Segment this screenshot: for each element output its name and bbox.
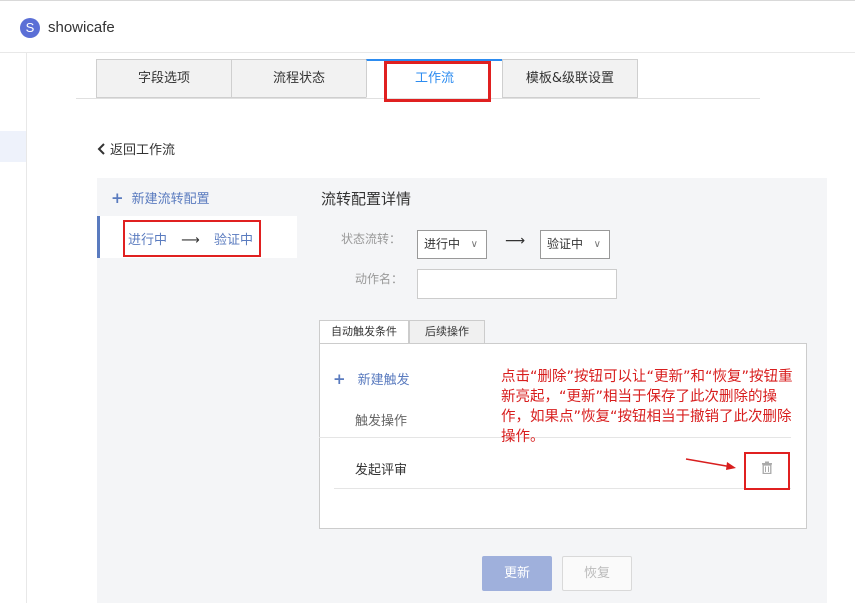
annotation-text: 点击“删除”按钮可以让“更新”和“恢复”按钮重新亮起，“更新”相当于保存了此次删… — [501, 369, 793, 445]
chevron-down-icon: ∨ — [470, 239, 478, 250]
new-config-button[interactable]: + 新建流转配置 — [111, 188, 210, 207]
chevron-down-icon: ∨ — [593, 239, 601, 250]
divider — [334, 488, 791, 489]
new-trigger-label: 新建触发 — [357, 373, 410, 388]
top-bar — [0, 0, 855, 53]
app-logo-icon: S — [20, 18, 40, 38]
annotation-arrow — [685, 458, 736, 470]
tab-auto-trigger[interactable]: 自动触发条件 — [319, 320, 409, 344]
tab-field-options[interactable]: 字段选项 — [96, 59, 232, 98]
to-state-value: 验证中 — [547, 237, 584, 251]
table-row: 发起评审 — [355, 463, 408, 478]
new-trigger-button[interactable]: + 新建触发 — [333, 369, 410, 388]
from-state-select[interactable]: 进行中 ∨ — [417, 230, 487, 259]
delete-button-highlight — [744, 452, 790, 490]
trigger-column-header: 触发操作 — [355, 414, 408, 429]
state-flow-label: 状态流转： — [341, 232, 402, 246]
update-button[interactable]: 更新 — [482, 556, 552, 591]
action-name-label: 动作名： — [355, 272, 404, 286]
app-title: showicafe — [48, 19, 115, 36]
to-state-select[interactable]: 验证中 ∨ — [540, 230, 610, 259]
plus-icon: + — [333, 370, 346, 388]
tab-template-cascade[interactable]: 模板&级联设置 — [502, 59, 638, 98]
workflow-tab-highlight — [384, 61, 491, 102]
tab-follow-up[interactable]: 后续操作 — [409, 320, 485, 344]
new-config-label: 新建流转配置 — [131, 192, 210, 207]
plus-icon: + — [111, 189, 124, 207]
back-to-workflow-link[interactable]: 返回工作流 — [97, 139, 175, 158]
back-link-label: 返回工作流 — [110, 143, 176, 158]
chevron-left-icon — [97, 143, 105, 155]
action-name-input[interactable] — [417, 269, 617, 299]
detail-title: 流转配置详情 — [321, 190, 412, 208]
config-item-highlight — [123, 220, 261, 257]
restore-button[interactable]: 恢复 — [562, 556, 632, 591]
arrow-right-icon: ⟶ — [505, 233, 526, 249]
tab-process-status[interactable]: 流程状态 — [231, 59, 367, 98]
from-state-value: 进行中 — [424, 237, 461, 251]
side-nav-active-item[interactable] — [0, 131, 26, 162]
